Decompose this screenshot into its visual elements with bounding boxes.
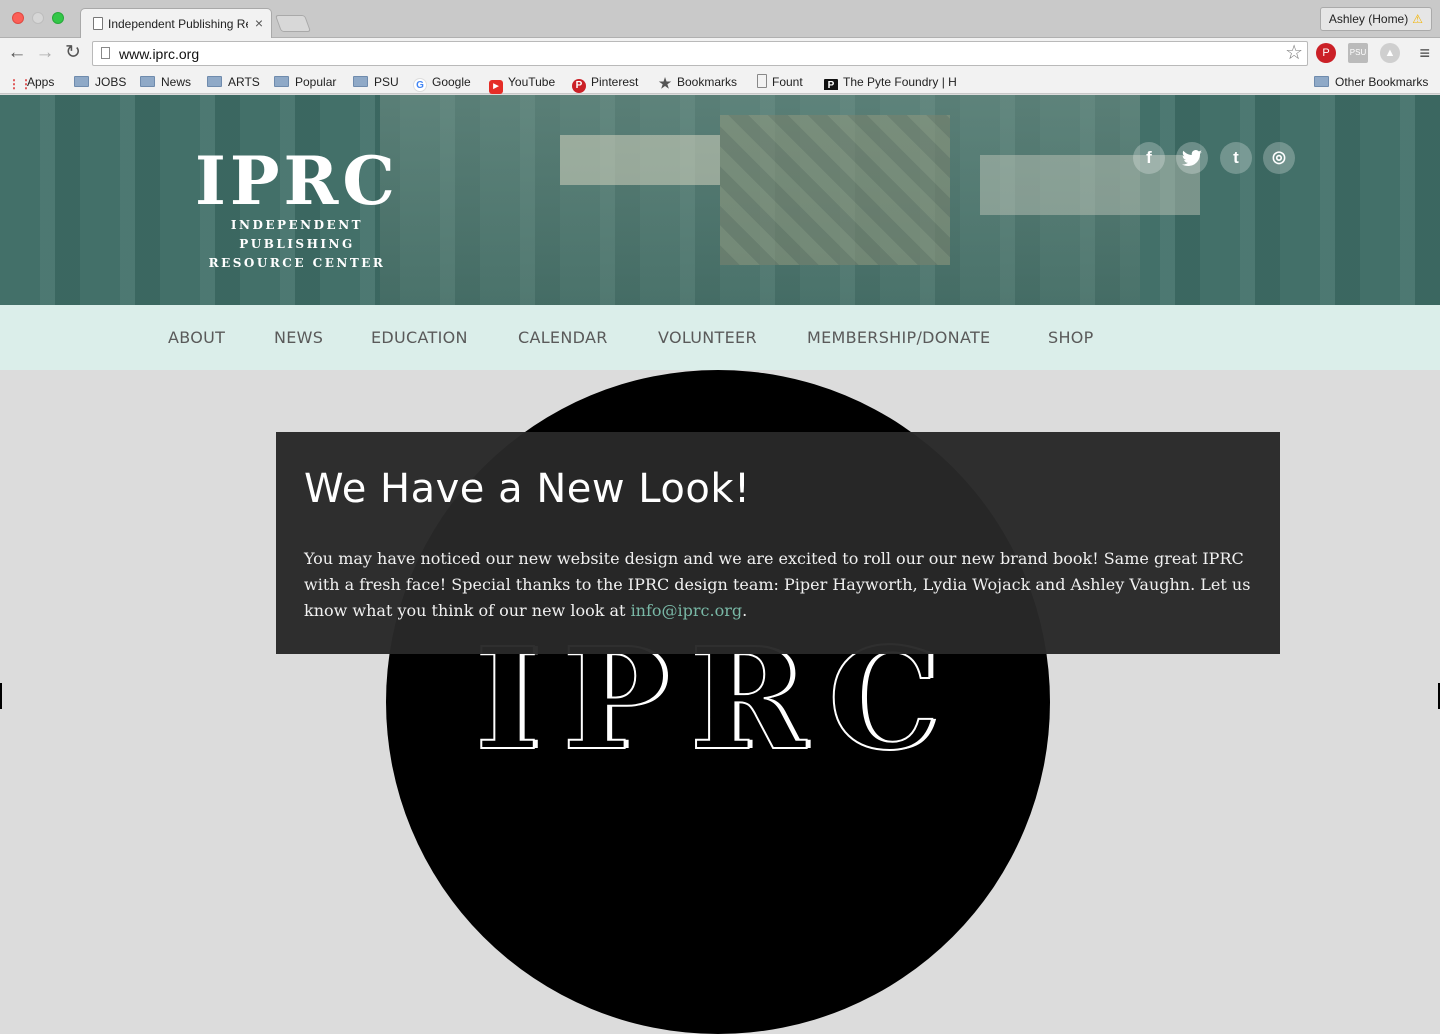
address-bar[interactable]: www.iprc.org ☆ [92,41,1308,66]
warning-icon: ⚠ [1412,12,1423,26]
browser-menu-icon[interactable]: ≡ [1419,44,1430,62]
bookmark-folder-news[interactable]: News [140,74,191,90]
bookmark-youtube[interactable]: ▶ YouTube [489,74,555,94]
main-navigation: ABOUT NEWS EDUCATION CALENDAR VOLUNTEER … [0,305,1440,370]
pinterest-extension-icon[interactable]: P [1316,43,1336,63]
bookmark-folder-psu[interactable]: PSU [353,74,399,90]
hero-photo-detail [980,155,1200,215]
minimize-window-button[interactable] [32,12,44,24]
close-window-button[interactable] [12,12,24,24]
profile-button[interactable]: Ashley (Home) ⚠ [1319,7,1432,31]
nav-membership-donate[interactable]: MEMBERSHIP/DONATE [807,328,990,347]
drive-extension-icon[interactable]: ▲ [1380,43,1400,63]
bookmark-fount[interactable]: Fount [757,74,803,90]
youtube-icon: ▶ [489,80,503,94]
bookmark-other[interactable]: Other Bookmarks [1314,74,1428,90]
maximize-window-button[interactable] [52,12,64,24]
hero-photo-detail [720,115,950,265]
folder-icon [140,76,155,87]
folder-icon [353,76,368,87]
announcement-text: You may have noticed our new website des… [304,549,1251,620]
forward-button[interactable]: → [34,42,56,64]
back-button[interactable]: ← [6,42,28,64]
psu-extension-icon[interactable]: PSU [1348,43,1368,63]
apps-grid-icon: ⋮⋮ [8,77,32,91]
logo-tagline-1: INDEPENDENT PUBLISHING [230,218,364,251]
page-icon [101,47,110,59]
email-link[interactable]: info@iprc.org [631,601,743,620]
folder-icon [207,76,222,87]
google-icon: G [413,78,427,92]
url-text: www.iprc.org [119,46,200,62]
facebook-icon[interactable]: f [1133,142,1165,174]
page-icon [757,74,767,88]
logo-tagline-2: RESOURCE CENTER [208,256,386,270]
star-icon: ★ [658,75,672,91]
announcement-heading: We Have a New Look! [304,466,751,512]
browser-titlebar: Independent Publishing Re × Ashley (Home… [0,0,1440,38]
profile-name: Ashley (Home) [1328,12,1409,26]
announcement-panel: We Have a New Look! You may have noticed… [276,432,1280,654]
slider-edge-left [0,683,2,709]
bookmark-folder-popular[interactable]: Popular [274,74,336,90]
new-tab-button[interactable] [274,15,312,32]
bookmark-pyte-foundry[interactable]: P The Pyte Foundry | H [824,74,959,90]
folder-icon [74,76,89,87]
browser-tab[interactable]: Independent Publishing Re × [80,8,272,38]
nav-education[interactable]: EDUCATION [371,328,468,347]
close-tab-icon[interactable]: × [255,15,263,31]
tab-title: Independent Publishing Re [108,17,248,31]
bookmark-folder-jobs[interactable]: JOBS [74,74,126,90]
bookmark-folder-arts[interactable]: ARTS [207,74,260,90]
nav-calendar[interactable]: CALENDAR [518,328,608,347]
instagram-icon[interactable]: ◎ [1263,142,1295,174]
nav-shop[interactable]: SHOP [1048,328,1094,347]
site-logo[interactable]: IPRC INDEPENDENT PUBLISHING RESOURCE CEN… [172,146,422,273]
bookmark-apps[interactable]: ⋮⋮Apps [8,74,54,91]
tumblr-icon[interactable]: t [1220,142,1252,174]
pyte-foundry-icon: P [824,79,838,90]
browser-toolbar: ← → ↻ www.iprc.org ☆ P PSU ▲ ≡ [0,38,1440,70]
bookmark-bookmarks[interactable]: ★ Bookmarks [658,74,737,90]
logo-mark: IPRC [195,142,399,220]
nav-volunteer[interactable]: VOLUNTEER [658,328,757,347]
bookmarks-bar: ⋮⋮Apps JOBS News ARTS Popular PSU G Googl… [0,70,1440,94]
pinterest-icon: P [572,79,586,93]
nav-news[interactable]: NEWS [274,328,323,347]
nav-about[interactable]: ABOUT [168,328,225,347]
reload-button[interactable]: ↻ [62,42,84,64]
hero-photo-detail [560,135,720,185]
bookmark-star-icon[interactable]: ☆ [1285,42,1303,65]
folder-icon [1314,76,1329,87]
folder-icon [274,76,289,87]
twitter-icon[interactable] [1176,142,1208,174]
page-icon [93,17,103,30]
bookmark-pinterest[interactable]: P Pinterest [572,74,638,93]
bookmark-google[interactable]: G Google [413,74,471,92]
